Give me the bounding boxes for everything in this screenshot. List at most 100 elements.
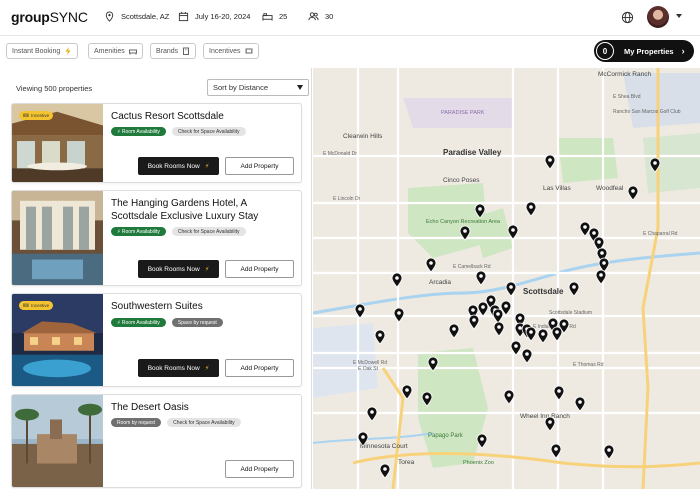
add-property-button[interactable]: Add Property — [225, 260, 294, 278]
globe-icon[interactable] — [621, 11, 634, 24]
map-pin[interactable] — [525, 201, 537, 217]
instant-booking-label: Instant Booking — [12, 47, 61, 55]
map-pin-dot — [431, 360, 435, 364]
map-pin[interactable] — [505, 281, 517, 297]
my-properties-button[interactable]: 0 My Properties › — [594, 40, 694, 62]
map-pin-dot — [518, 326, 522, 330]
brands-label: Brands — [156, 47, 179, 55]
property-title[interactable]: The Desert Oasis — [111, 401, 296, 414]
map-pin-dot — [557, 389, 561, 393]
map-label: Woodfeal — [596, 185, 624, 192]
map-label: Wheel Inn Ranch — [520, 413, 570, 420]
map-pin[interactable] — [568, 281, 580, 297]
book-rooms-button[interactable]: Book Rooms Now ⚡ — [138, 359, 219, 377]
property-card[interactable]: 🎟 Incentive Cactus Resort Scottsdale ⚡ Ro… — [11, 103, 302, 183]
map-pin[interactable] — [477, 301, 489, 317]
map-pin[interactable] — [476, 433, 488, 449]
incentive-badge: 🎟 Incentive — [19, 111, 53, 120]
map-label: E Oak St — [358, 366, 379, 372]
space-availability-badge: Space by request — [171, 318, 223, 327]
brands-filter[interactable]: Brands — [150, 43, 197, 59]
map-pin[interactable] — [551, 326, 563, 342]
map-label: E Camelback Rd — [453, 264, 491, 270]
map-pin[interactable] — [525, 326, 537, 342]
map-pin[interactable] — [537, 328, 549, 344]
book-rooms-button[interactable]: Book Rooms Now ⚡ — [138, 157, 219, 175]
map-pin-dot — [653, 161, 657, 165]
map-pin[interactable] — [475, 270, 487, 286]
map-pin-dot — [383, 467, 387, 471]
map-pin[interactable] — [448, 323, 460, 339]
map-pin[interactable] — [579, 221, 591, 237]
map-pin[interactable] — [595, 269, 607, 285]
map-label: Scottsdale — [523, 287, 564, 296]
map-label: Las Villas — [543, 185, 571, 192]
rooms-selector[interactable]: 25 — [262, 11, 287, 22]
highway — [352, 68, 700, 489]
map-pin-dot — [509, 285, 513, 289]
map-pin-dot — [395, 276, 399, 280]
room-availability-badge: Room by request — [111, 418, 162, 427]
property-card[interactable]: 🎟 Incentive Southwestern Suites ⚡ Room Av… — [11, 293, 302, 387]
map-pin[interactable] — [603, 444, 615, 460]
map-pin-dot — [572, 285, 576, 289]
map-pin[interactable] — [379, 463, 391, 479]
room-availability-badge: ⚡ Room Availability — [111, 127, 166, 136]
map-pin[interactable] — [493, 321, 505, 337]
space-availability-badge: Check for Space Availability — [171, 227, 246, 236]
room-availability-badge: ⚡ Room Availability — [111, 227, 166, 236]
map-pin[interactable] — [550, 443, 562, 459]
map-canvas[interactable]: McCormick Ranch PARADISE PARK Paradise V… — [313, 68, 700, 489]
map-pin[interactable] — [544, 416, 556, 432]
map-label: Torea — [398, 459, 415, 466]
map-pin[interactable] — [366, 406, 378, 422]
book-rooms-button[interactable]: Book Rooms Now ⚡ — [138, 260, 219, 278]
property-card[interactable]: The Hanging Gardens Hotel, A Scottsdale … — [11, 190, 302, 286]
map-pin[interactable] — [374, 329, 386, 345]
map-pin[interactable] — [627, 185, 639, 201]
map-label: E Chaparral Rd — [643, 231, 678, 237]
instant-booking-filter[interactable]: Instant Booking — [6, 43, 79, 59]
date-selector[interactable]: July 16-20, 2024 — [178, 11, 250, 22]
map-pin-dot — [507, 393, 511, 397]
map-pin[interactable] — [468, 314, 480, 330]
map-pin-dot — [562, 322, 566, 326]
map-view[interactable]: McCormick Ranch PARADISE PARK Paradise V… — [313, 68, 700, 489]
bed-icon — [262, 13, 273, 21]
add-property-button[interactable]: Add Property — [225, 460, 294, 478]
map-pin[interactable] — [521, 348, 533, 364]
map-pin-dot — [463, 229, 467, 233]
map-pin[interactable] — [574, 396, 586, 412]
park-area — [418, 348, 488, 468]
map-pin[interactable] — [544, 154, 556, 170]
map-pin-dot — [548, 158, 552, 162]
map-pin[interactable] — [391, 272, 403, 288]
map-pin-dot — [555, 330, 559, 334]
chevron-down-icon[interactable] — [676, 14, 682, 18]
location-selector[interactable]: Scottsdale, AZ — [104, 11, 169, 22]
incentives-filter[interactable]: Incentives — [203, 43, 259, 59]
amenities-icon — [128, 49, 137, 55]
map-pin-dot — [478, 207, 482, 211]
map-pin-dot — [600, 251, 604, 255]
lightning-icon: ⚡ — [204, 365, 210, 372]
groupsync-logo[interactable]: groupSYNC — [11, 9, 88, 25]
sort-label: Sort by Distance — [213, 83, 269, 92]
amenities-filter[interactable]: Amenities — [88, 43, 143, 59]
ticket-icon — [245, 48, 253, 54]
add-property-button[interactable]: Add Property — [225, 157, 294, 175]
map-pin[interactable] — [393, 307, 405, 323]
sort-select[interactable]: Sort by Distance — [207, 79, 309, 96]
space-availability-badge: Check for Space Availability — [167, 418, 241, 427]
map-pin[interactable] — [492, 308, 504, 324]
map-pin[interactable] — [553, 385, 565, 401]
avatar[interactable] — [647, 6, 669, 28]
location-pin-icon — [105, 11, 114, 22]
guests-selector[interactable]: 30 — [308, 11, 333, 22]
add-property-button[interactable]: Add Property — [225, 359, 294, 377]
property-title[interactable]: The Hanging Gardens Hotel, A Scottsdale … — [111, 197, 296, 223]
map-pin[interactable] — [425, 257, 437, 273]
property-title[interactable]: Cactus Resort Scottsdale — [111, 110, 296, 123]
property-card[interactable]: The Desert Oasis Room by request Check f… — [11, 394, 302, 488]
property-title[interactable]: Southwestern Suites — [111, 300, 296, 313]
